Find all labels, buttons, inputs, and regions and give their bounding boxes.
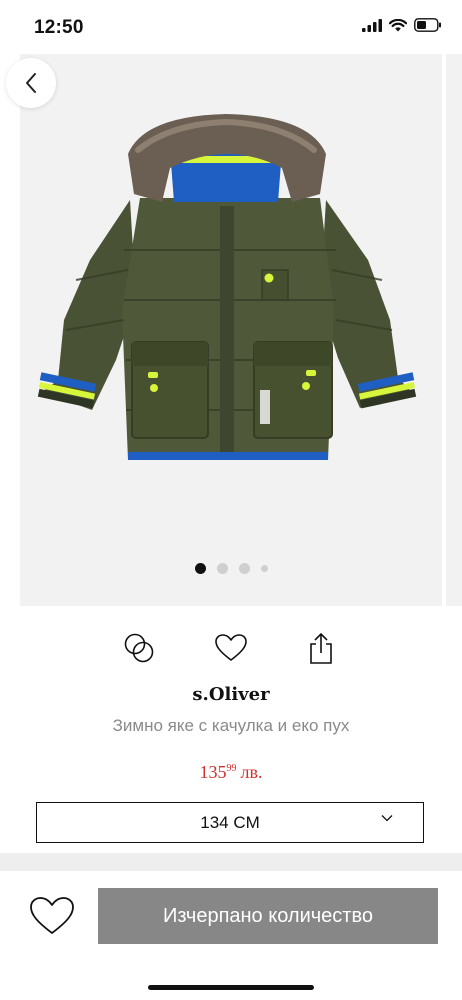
section-divider — [0, 853, 462, 871]
product-title: Зимно яке с качулка и еко пух — [112, 716, 350, 735]
signal-icon — [362, 18, 382, 32]
pagination-dot[interactable] — [194, 563, 206, 574]
home-indicator[interactable] — [148, 985, 314, 990]
price-fraction: 99 — [226, 763, 237, 774]
share-button[interactable] — [297, 624, 345, 672]
battery-icon — [414, 18, 441, 32]
pagination-dot[interactable] — [216, 563, 228, 574]
status-time: 12:50 — [34, 17, 84, 38]
gallery-pagination — [0, 563, 462, 574]
pagination-dot[interactable] — [260, 565, 268, 572]
chevron-down-icon — [381, 815, 393, 822]
share-icon — [310, 633, 332, 664]
chevron-left-icon — [26, 73, 36, 93]
heart-icon — [215, 634, 247, 661]
add-to-cart-button[interactable]: Изчерпано количество — [98, 888, 438, 944]
size-select-value: 134 CM — [200, 812, 260, 832]
brand-name[interactable]: s.Oliver — [0, 684, 462, 705]
next-image-peek — [446, 54, 462, 606]
status-bar: 12:50 — [0, 0, 462, 54]
wishlist-button[interactable] — [28, 893, 76, 939]
product-image[interactable] — [20, 110, 440, 475]
price-integer: 135 — [199, 762, 227, 782]
price-currency: лв. — [240, 762, 263, 782]
favorite-button[interactable] — [207, 624, 255, 672]
status-icons — [362, 18, 442, 32]
size-select[interactable]: 134 CM — [36, 802, 424, 843]
heart-icon — [30, 897, 74, 934]
jacket-illustration — [37, 114, 417, 460]
product-price: 13599 лв. — [0, 762, 462, 783]
compare-icon — [124, 633, 154, 663]
product-actions — [0, 624, 462, 672]
compare-button[interactable] — [115, 624, 163, 672]
wifi-icon — [389, 18, 407, 31]
pagination-dot[interactable] — [238, 563, 250, 574]
back-button[interactable] — [6, 58, 56, 108]
